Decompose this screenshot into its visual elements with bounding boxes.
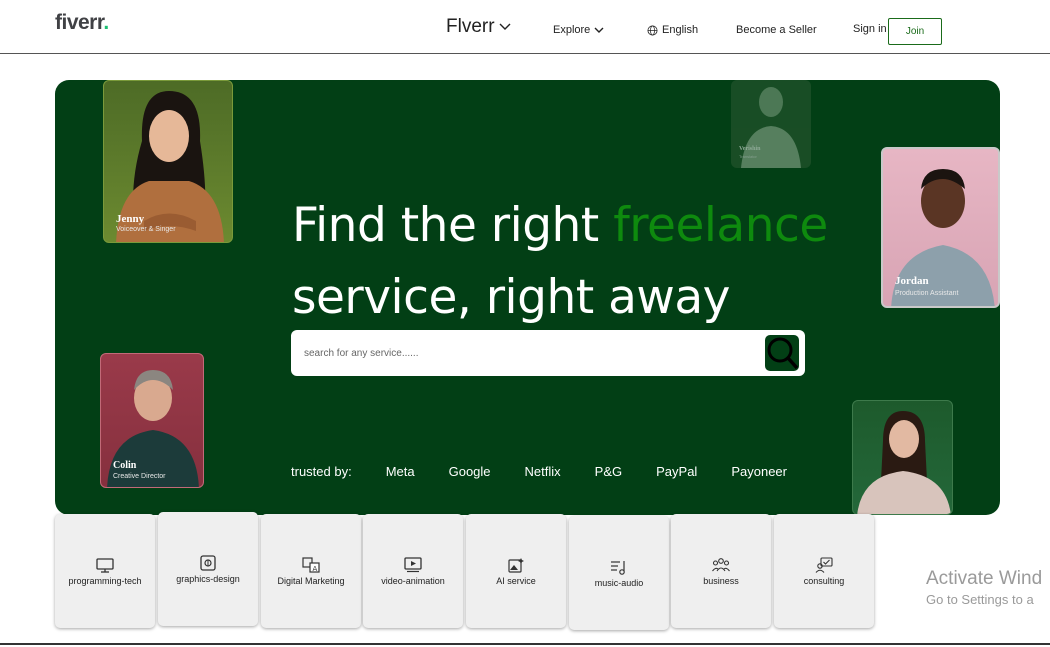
brand-label: Flverr (446, 16, 495, 37)
trusted-brand-google: Google (448, 464, 491, 479)
category-graphics-design[interactable]: graphics-design (158, 512, 258, 626)
category-ai-service[interactable]: AI service (466, 514, 566, 628)
music-icon (611, 560, 625, 575)
hero-title-accent: freelance (613, 198, 828, 253)
freelancer-name: Verishin (739, 146, 761, 152)
category-video-animation[interactable]: video-animation (363, 514, 463, 628)
logo-dot: . (103, 11, 109, 34)
category-music-audio[interactable]: music-audio (569, 516, 669, 630)
category-digital-marketing[interactable]: A Digital Marketing (261, 514, 361, 628)
language-label: English (662, 24, 699, 36)
ai-image-icon (508, 557, 524, 573)
consulting-icon (815, 556, 833, 573)
search-input[interactable] (304, 343, 744, 363)
join-button[interactable]: Join (888, 18, 942, 45)
freelancer-role: Translator (739, 154, 757, 159)
freelancer-name: Jordan (895, 275, 929, 287)
category-programming-tech[interactable]: programming-tech (55, 514, 155, 628)
chevron-down-icon (499, 23, 511, 30)
search-button[interactable] (765, 335, 799, 371)
watermark-line2: Go to Settings to a (926, 592, 1034, 607)
activate-windows-watermark: Activate Wind Go to Settings to a (926, 568, 1042, 607)
girl-portrait (857, 411, 951, 514)
category-label: programming-tech (68, 575, 142, 586)
category-label: video-animation (381, 575, 445, 586)
design-icon (200, 554, 216, 571)
freelancer-role: Voiceover & Singer (116, 226, 176, 233)
language-selector[interactable]: English (647, 24, 698, 36)
category-label: music-audio (594, 577, 644, 588)
explore-menu[interactable]: Explore (553, 24, 604, 36)
monitor-icon (96, 557, 114, 573)
page-bottom-divider (0, 643, 1050, 645)
trusted-brand-paypal: PayPal (656, 464, 698, 479)
category-label: business (703, 575, 739, 586)
chevron-down-icon (594, 27, 604, 33)
search-bar (291, 330, 805, 376)
globe-icon (647, 25, 658, 35)
freelancer-role: Production Assistant (895, 290, 959, 297)
freelancer-card-colin: Colin Creative Director (100, 353, 204, 488)
trusted-label: trusted by: (291, 464, 352, 479)
freelancer-role: Creative Director (113, 473, 166, 480)
trusted-brand-netflix: Netflix (524, 464, 561, 479)
freelancer-card-girl (852, 400, 953, 515)
hero-title-part1: Find the right (292, 198, 614, 253)
hero-heading: Find the right freelance service, right … (292, 190, 828, 334)
fiverr-logo[interactable]: fiverr. (55, 11, 109, 35)
become-seller-link[interactable]: Become a Seller (736, 24, 817, 36)
translate-icon: A (302, 556, 320, 573)
brand-dropdown[interactable]: Flverr (446, 16, 511, 38)
explore-label: Explore (553, 24, 591, 36)
category-consulting[interactable]: consulting (774, 514, 874, 628)
freelancer-card-jenny: Jenny Voiceover & Singer (103, 80, 233, 243)
freelancer-name: Jenny (116, 213, 145, 225)
trusted-by-row: trusted by: Meta Google Netflix P&G PayP… (291, 464, 821, 479)
watermark-line1: Activate Wind (926, 568, 1043, 589)
freelancer-card-faded: Verishin Translator (731, 80, 811, 168)
top-navbar: fiverr. Flverr Explore English Become a … (0, 0, 1050, 54)
trusted-brand-meta: Meta (385, 464, 415, 479)
category-label: graphics-design (176, 573, 240, 584)
trusted-brand-pg: P&G (594, 464, 623, 479)
sign-in-link[interactable]: Sign in (853, 23, 887, 35)
people-icon (712, 557, 730, 571)
video-icon (404, 556, 422, 572)
category-row: programming-tech graphics-design A Digit… (55, 512, 885, 630)
search-icon (767, 337, 799, 370)
freelancer-name: Colin (113, 460, 137, 471)
category-label: AI service (496, 575, 536, 586)
freelancer-card-jordan: Jordan Production Assistant (881, 147, 1000, 308)
hero-banner: Jenny Voiceover & Singer Verishin Transl… (55, 80, 1000, 515)
trusted-brand-payoneer: Payoneer (731, 464, 787, 479)
hero-title-part2: service, right away (292, 270, 730, 325)
svg-text:A: A (313, 565, 318, 573)
category-label: consulting (803, 575, 845, 586)
category-business[interactable]: business (671, 514, 771, 628)
logo-text: fiverr (55, 11, 104, 34)
category-label: Digital Marketing (277, 575, 345, 586)
